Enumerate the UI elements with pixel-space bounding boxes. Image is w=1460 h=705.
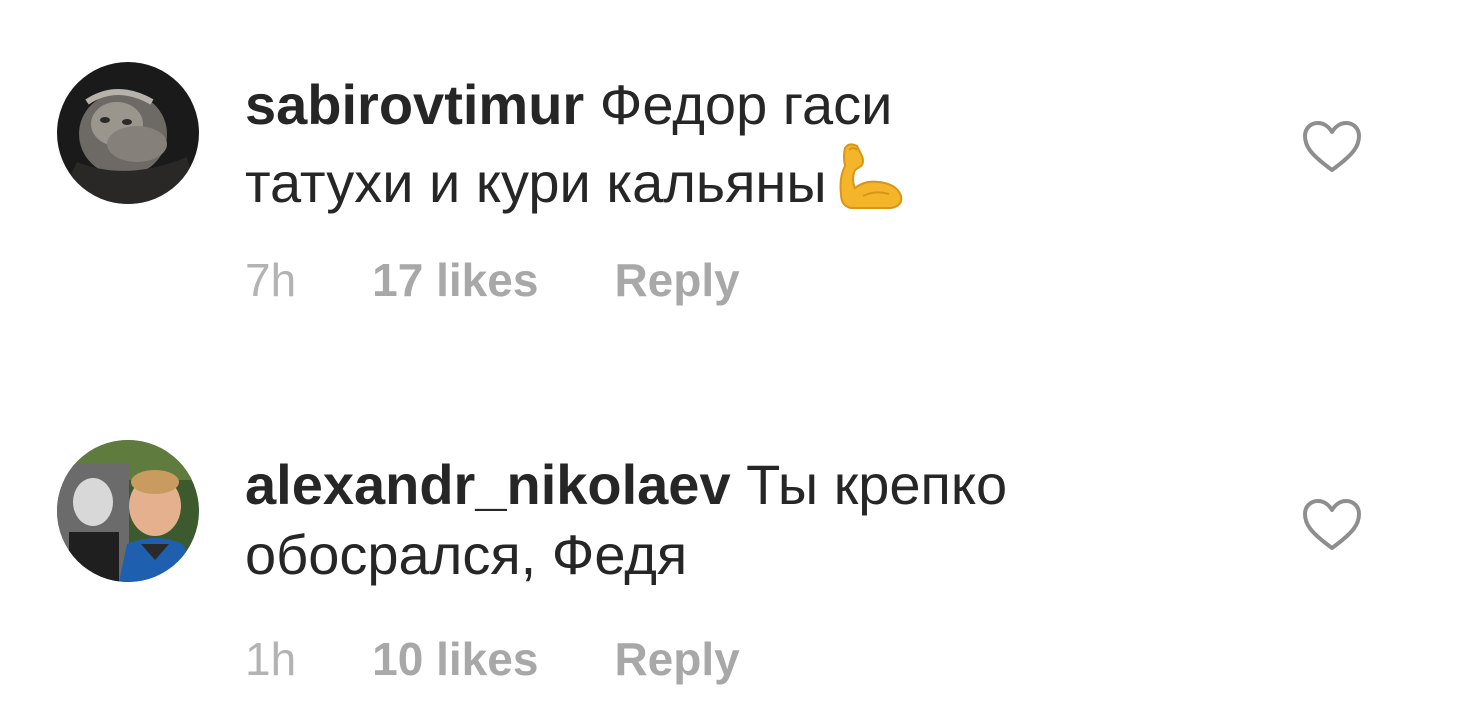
- heart-outline-icon: [1303, 121, 1361, 172]
- comment-meta: 7h 17 likes Reply: [245, 252, 740, 308]
- comment-item: sabirovtimur Федор гаси татухи и кури кал…: [0, 0, 1460, 340]
- comment-text: alexandr_nikolaev Ты крепко обосрался, Фе…: [245, 450, 1205, 590]
- username[interactable]: alexandr_nikolaev: [245, 453, 731, 516]
- comment-text-line1: Ты крепко: [730, 453, 1008, 516]
- comment-meta: 1h 10 likes Reply: [245, 631, 740, 687]
- avatar-image: [57, 62, 199, 204]
- comment-body: sabirovtimur Федор гаси татухи и кури кал…: [245, 70, 1205, 226]
- reply-button[interactable]: Reply: [614, 631, 739, 687]
- avatar[interactable]: [57, 62, 199, 204]
- comment-text: sabirovtimur Федор гаси татухи и кури кал…: [245, 70, 1205, 226]
- avatar[interactable]: [57, 440, 199, 582]
- comment-time: 7h: [245, 254, 297, 306]
- like-button[interactable]: [1300, 118, 1364, 176]
- avatar-image: [57, 440, 199, 582]
- comment-time: 1h: [245, 633, 297, 685]
- comment-text-line2: обосрался, Федя: [245, 523, 688, 586]
- like-button[interactable]: [1300, 496, 1364, 554]
- comment-item: alexandr_nikolaev Ты крепко обосрался, Фе…: [0, 378, 1460, 705]
- flexed-biceps-icon: [835, 140, 907, 226]
- likes-count[interactable]: 10 likes: [372, 631, 538, 687]
- comment-text-line2: татухи и кури кальяны: [245, 151, 827, 214]
- comment-text-line1: Федор гаси: [584, 73, 893, 136]
- heart-outline-icon: [1303, 499, 1361, 550]
- comment-body: alexandr_nikolaev Ты крепко обосрался, Фе…: [245, 450, 1205, 590]
- reply-button[interactable]: Reply: [614, 252, 739, 308]
- username[interactable]: sabirovtimur: [245, 73, 584, 136]
- likes-count[interactable]: 17 likes: [372, 252, 538, 308]
- comments-list: sabirovtimur Федор гаси татухи и кури кал…: [0, 0, 1460, 705]
